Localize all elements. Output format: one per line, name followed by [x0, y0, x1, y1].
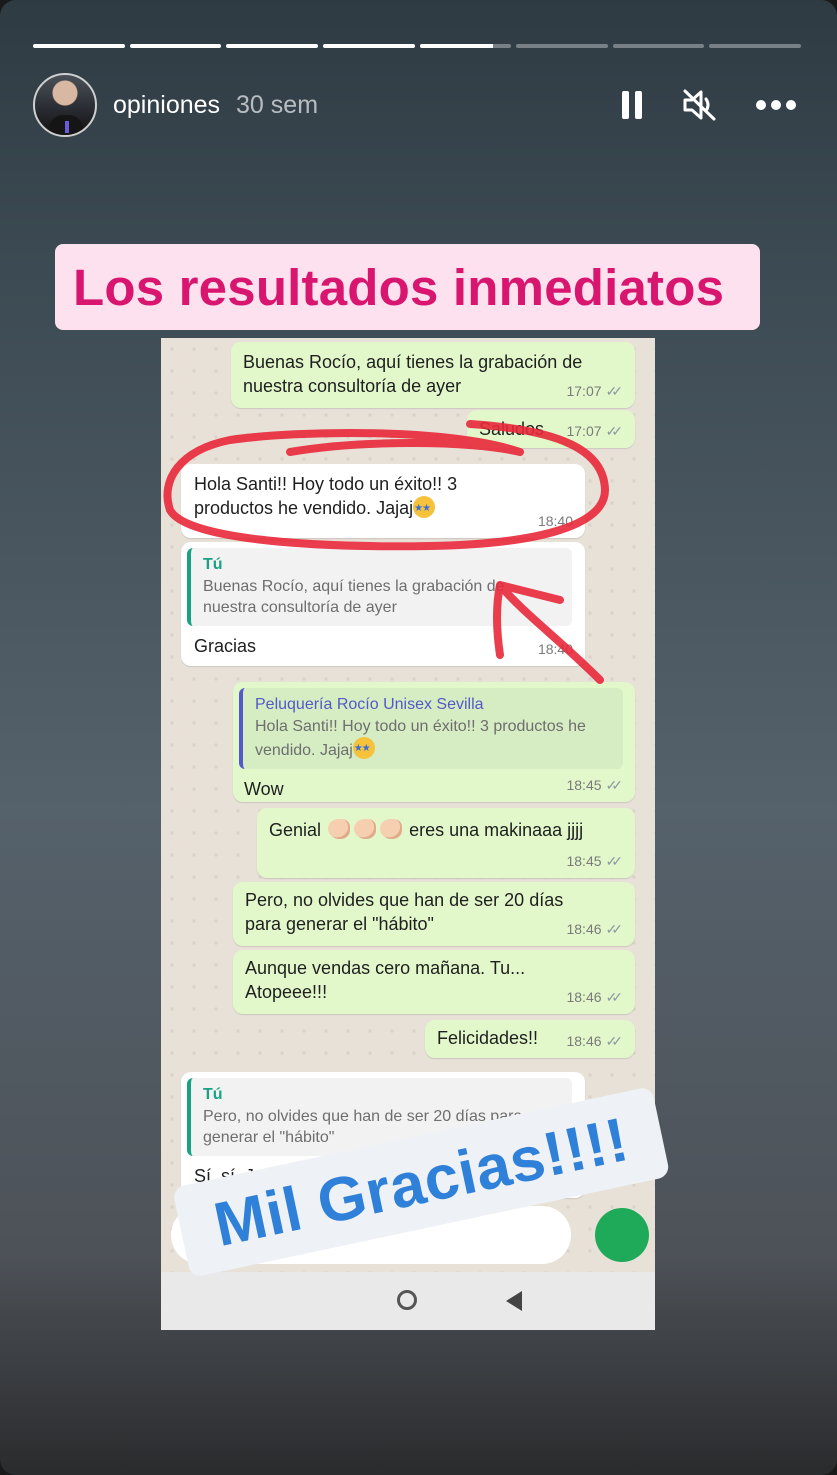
quote-author: Tú — [203, 1086, 223, 1103]
read-ticks-icon: ✓✓ — [605, 383, 624, 399]
quote-author: Tú — [203, 556, 223, 573]
read-ticks-icon: ✓✓ — [605, 989, 624, 1005]
flexed-biceps-emoji-icon — [380, 819, 403, 839]
chat-message: Felicidades!! 18:46 ✓✓ — [425, 1020, 635, 1058]
message-time: 18:40 — [537, 513, 573, 529]
progress-segment-current — [419, 44, 512, 48]
read-ticks-icon: ✓✓ — [605, 921, 624, 937]
quote-author: Peluquería Rocío Unisex Sevilla — [255, 696, 484, 713]
chat-message: Pero, no olvides que han de ser 20 días … — [233, 882, 635, 946]
pause-icon[interactable] — [621, 90, 643, 120]
message-text: Gracias — [194, 636, 257, 656]
quoted-reply[interactable]: Tú Buenas Rocío, aquí tienes la grabació… — [187, 548, 572, 626]
chat-message: Hola Santi!! Hoy todo un éxito!! 3 produ… — [181, 464, 585, 538]
message-text: Hola Santi!! Hoy todo un éxito!! 3 produ… — [194, 472, 572, 521]
story-header: opiniones 30 sem — [33, 72, 797, 138]
message-time: 18:45 — [566, 853, 602, 869]
post-age: 30 sem — [236, 90, 319, 119]
star-struck-emoji-icon — [413, 496, 436, 521]
more-options-icon[interactable] — [755, 99, 797, 111]
quote-text: Hola Santi!! Hoy todo un éxito!! 3 produ… — [255, 716, 615, 761]
progress-segment — [612, 44, 705, 48]
message-time: 18:45 — [566, 777, 602, 793]
message-time: 17:07 — [566, 383, 602, 399]
chat-message: Peluquería Rocío Unisex Sevilla Hola San… — [233, 682, 635, 802]
title-text: Los resultados inmediatos — [73, 258, 725, 316]
progress-segment — [33, 44, 125, 48]
progress-segment — [226, 44, 318, 48]
progress-segment — [322, 44, 415, 48]
story-viewer[interactable]: opiniones 30 sem Los resultados inmediat… — [0, 0, 837, 1475]
send-button[interactable] — [595, 1208, 649, 1262]
muted-speaker-icon[interactable] — [681, 88, 717, 122]
message-time: 18:46 — [566, 921, 602, 937]
read-ticks-icon: ✓✓ — [605, 853, 624, 869]
android-nav-bar — [161, 1272, 655, 1330]
read-ticks-icon: ✓✓ — [605, 423, 624, 439]
title-sticker: Los resultados inmediatos — [55, 244, 760, 330]
chat-message: Tú Buenas Rocío, aquí tienes la grabació… — [181, 542, 585, 666]
chat-message: Buenas Rocío, aquí tienes la grabación d… — [231, 342, 635, 408]
story-progress-bar — [33, 44, 801, 48]
message-time: 18:46 — [566, 1033, 602, 1049]
back-nav-icon[interactable] — [506, 1291, 522, 1311]
username[interactable]: opiniones — [113, 91, 220, 120]
message-time: 18:40 — [537, 641, 573, 657]
read-ticks-icon: ✓✓ — [605, 1033, 624, 1049]
flexed-biceps-emoji-icon — [354, 819, 377, 839]
progress-segment — [516, 44, 608, 48]
home-nav-icon[interactable] — [397, 1290, 417, 1310]
progress-segment — [129, 44, 222, 48]
quoted-reply[interactable]: Peluquería Rocío Unisex Sevilla Hola San… — [239, 688, 623, 769]
chat-message: Aunque vendas cero mañana. Tu... Atopeee… — [233, 950, 635, 1014]
chat-message: Genial eres una makinaaa jjjj 18:45 ✓✓ — [257, 808, 635, 878]
message-text: Wow — [244, 779, 284, 799]
chat-message: Saludos 17:07 ✓✓ — [467, 410, 635, 448]
avatar[interactable] — [33, 73, 97, 137]
message-time: 18:46 — [566, 989, 602, 1005]
message-time: 17:07 — [566, 423, 602, 439]
read-ticks-icon: ✓✓ — [605, 777, 624, 793]
message-text: Genial eres una makinaaa jjjj — [269, 819, 584, 840]
star-struck-emoji-icon — [352, 737, 375, 759]
flexed-biceps-emoji-icon — [328, 819, 351, 839]
progress-segment — [709, 44, 801, 48]
quote-text: Buenas Rocío, aquí tienes la grabación d… — [203, 578, 505, 616]
